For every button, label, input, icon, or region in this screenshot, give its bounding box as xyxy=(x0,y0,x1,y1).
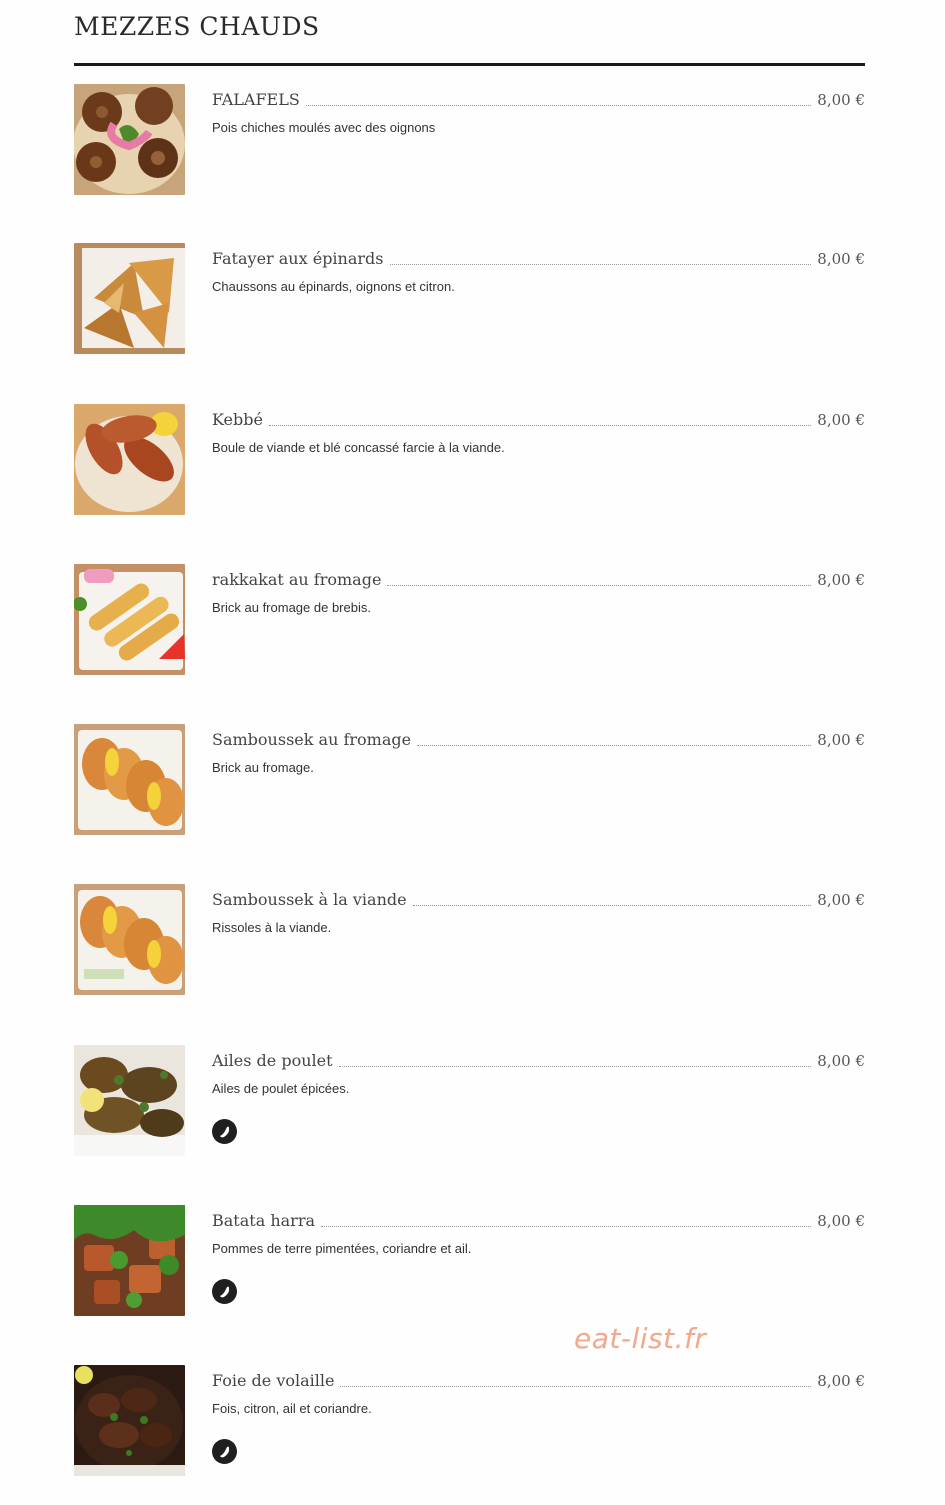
item-name: Fatayer aux épinards xyxy=(212,249,384,268)
menu-item-fatayer[interactable]: Fatayer aux épinards 8,00 € Chaussons au… xyxy=(74,243,865,383)
item-price: 8,00 € xyxy=(817,411,865,429)
item-price: 8,00 € xyxy=(817,731,865,749)
chili-pepper-icon xyxy=(212,1279,237,1304)
dot-leader xyxy=(417,744,812,746)
batata-harra-photo xyxy=(74,1205,185,1316)
item-name: Samboussek à la viande xyxy=(212,890,407,909)
item-price: 8,00 € xyxy=(817,1212,865,1230)
samboussek-meat-photo xyxy=(74,884,185,995)
item-price: 8,00 € xyxy=(817,250,865,268)
item-description: Brick au fromage. xyxy=(212,760,314,775)
menu-item-samboussek-fromage[interactable]: Samboussek au fromage 8,00 € Brick au fr… xyxy=(74,724,865,864)
item-name: Ailes de poulet xyxy=(212,1051,333,1070)
dot-leader xyxy=(268,424,812,426)
menu-item-ailes-poulet[interactable]: Ailes de poulet 8,00 € Ailes de poulet é… xyxy=(74,1045,865,1185)
item-description: Fois, citron, ail et coriandre. xyxy=(212,1401,372,1416)
menu-item-samboussek-viande[interactable]: Samboussek à la viande 8,00 € Rissoles à… xyxy=(74,884,865,1024)
item-description: Pois chiches moulés avec des oignons xyxy=(212,120,436,135)
menu-item-foie-volaille[interactable]: Foie de volaille 8,00 € Fois, citron, ai… xyxy=(74,1365,865,1505)
item-price: 8,00 € xyxy=(817,1372,865,1390)
item-description: Chaussons au épinards, oignons et citron… xyxy=(212,279,455,294)
dot-leader xyxy=(389,263,812,265)
item-name: Kebbé xyxy=(212,410,263,429)
item-price: 8,00 € xyxy=(817,1052,865,1070)
item-price: 8,00 € xyxy=(817,91,865,109)
dot-leader xyxy=(338,1065,812,1067)
item-name: Samboussek au fromage xyxy=(212,730,412,749)
item-description: Brick au fromage de brebis. xyxy=(212,600,371,615)
kebbe-photo xyxy=(74,404,185,515)
menu-item-batata-harra[interactable]: Batata harra 8,00 € Pommes de terre pime… xyxy=(74,1205,865,1345)
watermark: eat-list.fr xyxy=(574,1322,707,1355)
rakkakat-photo xyxy=(74,564,185,675)
item-description: Ailes de poulet épicées. xyxy=(212,1081,350,1096)
menu-item-falafels[interactable]: FALAFELS 8,00 € Pois chiches moulés avec… xyxy=(74,84,865,224)
dot-leader xyxy=(412,904,812,906)
item-price: 8,00 € xyxy=(817,891,865,909)
menu-item-kebbe[interactable]: Kebbé 8,00 € Boule de viande et blé conc… xyxy=(74,404,865,544)
dot-leader xyxy=(321,1225,812,1227)
falafel-photo xyxy=(74,84,185,195)
item-price: 8,00 € xyxy=(817,571,865,589)
fatayer-photo xyxy=(74,243,185,354)
section-divider xyxy=(74,63,865,66)
dot-leader xyxy=(387,584,812,586)
item-description: Boule de viande et blé concassé farcie à… xyxy=(212,440,505,455)
chicken-liver-photo xyxy=(74,1365,185,1476)
item-description: Rissoles à la viande. xyxy=(212,920,332,935)
item-name: FALAFELS xyxy=(212,90,300,109)
chili-pepper-icon xyxy=(212,1439,237,1464)
chicken-wings-photo xyxy=(74,1045,185,1156)
item-name: rakkakat au fromage xyxy=(212,570,382,589)
dot-leader xyxy=(340,1385,812,1387)
chili-pepper-icon xyxy=(212,1119,237,1144)
section-title: MEZZES CHAUDS xyxy=(74,12,320,41)
samboussek-cheese-photo xyxy=(74,724,185,835)
item-name: Batata harra xyxy=(212,1211,315,1230)
item-name: Foie de volaille xyxy=(212,1371,335,1390)
item-description: Pommes de terre pimentées, coriandre et … xyxy=(212,1241,472,1256)
dot-leader xyxy=(305,104,812,106)
menu-item-rakkakat[interactable]: rakkakat au fromage 8,00 € Brick au from… xyxy=(74,564,865,704)
